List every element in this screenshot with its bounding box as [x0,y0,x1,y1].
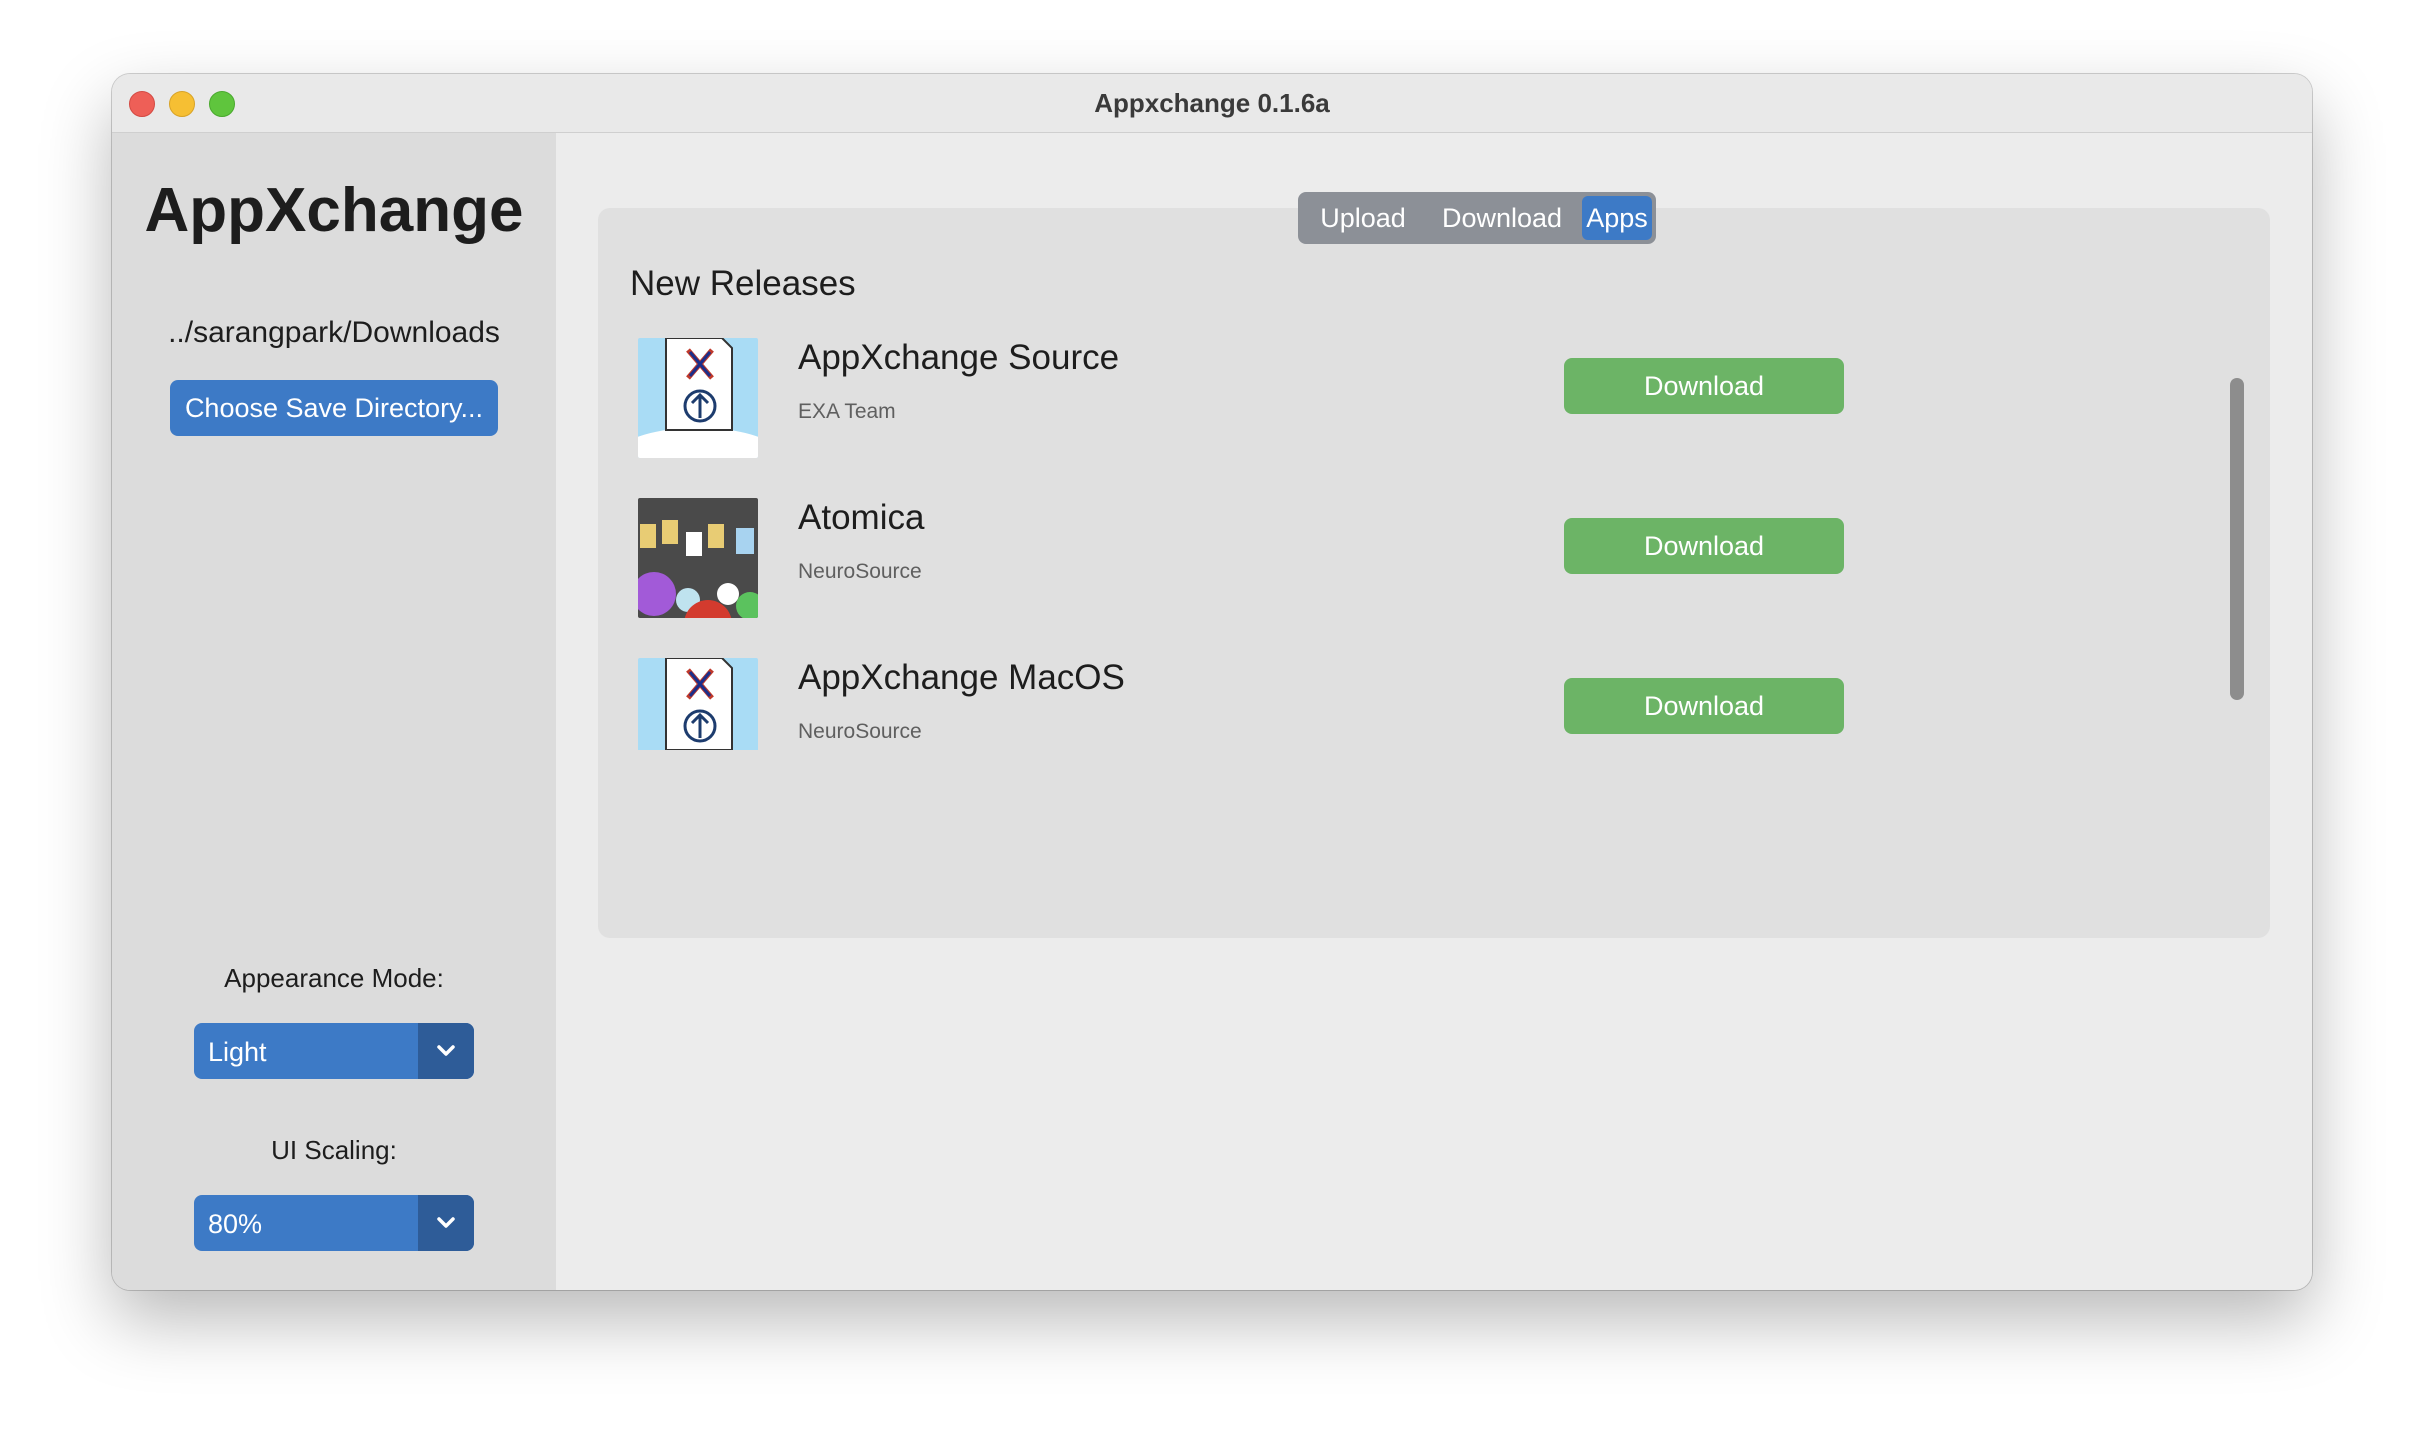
item-title: AppXchange MacOS [798,658,1125,697]
apps-panel: Upload Download Apps New Releases AppXch… [598,192,2270,938]
main-content: Upload Download Apps New Releases AppXch… [556,133,2312,1290]
ui-scaling-label: UI Scaling: [271,1135,397,1165]
atomica-icon [638,498,758,618]
app-window: Appxchange 0.1.6a AppXchange ../sarangpa… [112,74,2312,1290]
window-title: Appxchange 0.1.6a [1094,88,1330,118]
segmented-tabs: Upload Download Apps [1298,192,1656,244]
list-item: AppXchange Source EXA Team Download [638,338,2218,488]
appearance-mode-value: Light [208,1037,267,1067]
item-title: Atomica [798,498,925,537]
vertical-scrollbar[interactable] [2230,378,2244,700]
app-name-heading: AppXchange [144,176,524,245]
list-item: Atomica NeuroSource Download [638,498,2218,648]
download-button[interactable]: Download [1564,358,1844,414]
ui-scaling-value: 80% [208,1209,263,1239]
list-item: AppXchange MacOS NeuroSource Download [638,658,2218,750]
appxchange-icon [638,658,758,750]
ui-scaling-dropdown[interactable]: 80% [194,1195,474,1251]
item-author: NeuroSource [798,720,922,743]
tab-download[interactable]: Download [1422,196,1582,240]
download-button[interactable]: Download [1564,678,1844,734]
choose-save-directory-button[interactable]: Choose Save Directory... [170,380,498,436]
download-button[interactable]: Download [1564,518,1844,574]
releases-list[interactable]: AppXchange Source EXA Team Download Atom… [638,338,2218,750]
item-title: AppXchange Source [798,338,1120,377]
sidebar: AppXchange ../sarangpark/Downloads Choos… [112,133,556,1290]
appearance-mode-dropdown[interactable]: Light [194,1023,474,1079]
tab-apps[interactable]: Apps [1582,196,1652,240]
appxchange-icon [638,338,758,458]
appearance-mode-label: Appearance Mode: [224,963,444,993]
chevron-down-icon[interactable] [418,1023,474,1079]
chevron-down-icon[interactable] [418,1195,474,1251]
title-bar[interactable]: Appxchange 0.1.6a [112,74,2312,133]
save-directory-path: ../sarangpark/Downloads [168,316,500,349]
section-title: New Releases [630,264,856,303]
item-author: NeuroSource [798,560,922,583]
item-author: EXA Team [798,400,896,423]
tab-upload[interactable]: Upload [1304,196,1422,240]
